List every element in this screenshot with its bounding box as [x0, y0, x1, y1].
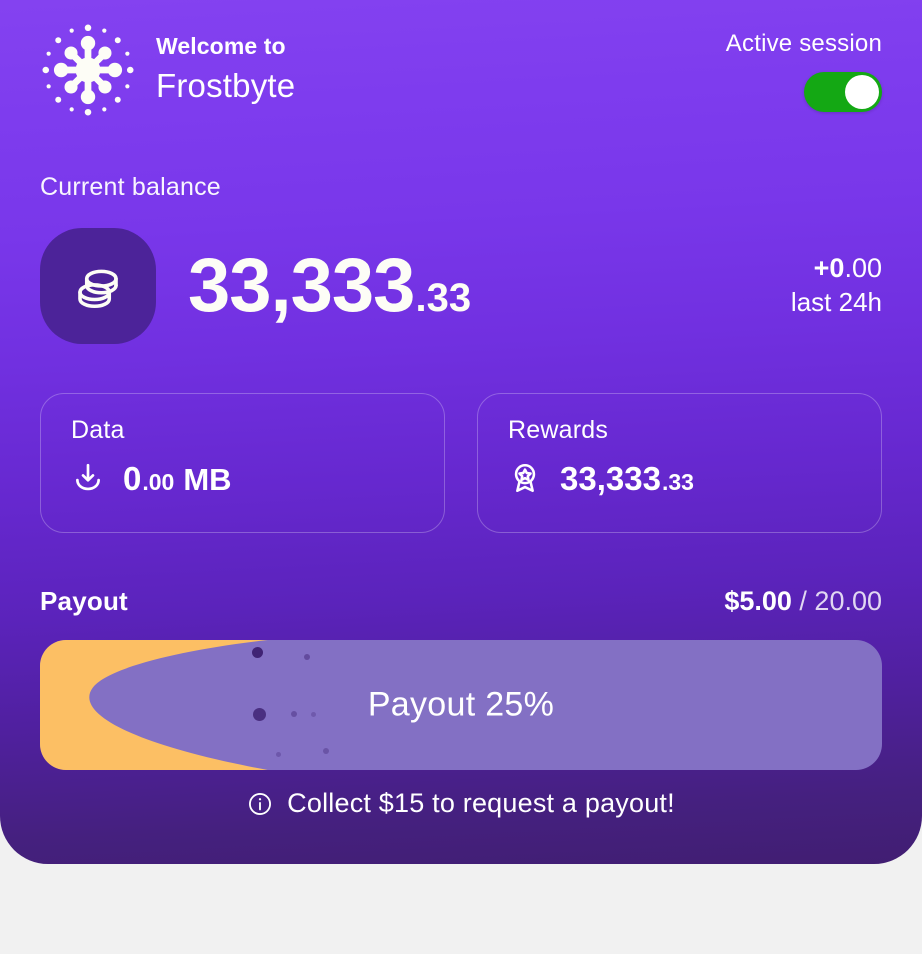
session-block: Active session [726, 30, 882, 112]
stat-card-data[interactable]: Data 0 .00 MB [40, 393, 445, 533]
toggle-knob [845, 75, 879, 109]
payout-total: / 20.00 [791, 586, 882, 616]
stacked-coins-icon [40, 228, 156, 344]
stat-integer: 0 [123, 459, 142, 497]
payout-current: $5.00 [724, 586, 792, 616]
bubble [275, 752, 281, 757]
info-circle-icon [247, 791, 273, 817]
payout-dashboard-screen: Welcome to Frostbyte Active session Curr… [0, 0, 922, 954]
delta-value: +0 [813, 253, 845, 284]
payout-header: Payout $5.00 / 20.00 [40, 586, 882, 617]
payout-note-text: Collect $15 to request a payout! [287, 788, 675, 818]
brand-name: Frostbyte [156, 66, 296, 104]
stat-card-rewards[interactable]: Rewards 33,333 .33 [477, 393, 882, 533]
download-icon [71, 461, 105, 495]
snowflake-burst-icon [40, 22, 136, 118]
stat-value: 0 .00 MB [123, 462, 232, 495]
balance-row: 33,333 .33 +0.00 last 24h [40, 228, 882, 344]
bubble [322, 748, 329, 754]
payout-amounts: $5.00 / 20.00 [724, 586, 882, 617]
stat-integer: 33,333 [560, 459, 661, 497]
payout-progress-label: Payout 25% [367, 685, 555, 724]
delta-period: last 24h [790, 286, 882, 317]
delta-amount: +0.00 [791, 252, 882, 286]
current-balance-label: Current balance [40, 173, 221, 201]
welcome-prefix: Welcome to [156, 32, 286, 59]
payout-progress-bar[interactable]: Payout 25% [40, 640, 882, 770]
balance-card: Welcome to Frostbyte Active session Curr… [0, 0, 922, 864]
payout-note: Collect $15 to request a payout! [0, 788, 922, 819]
stat-row: 33,333 .33 [508, 461, 851, 495]
card-header: Welcome to Frostbyte Active session [40, 22, 882, 132]
balance-delta: +0.00 last 24h [791, 252, 882, 320]
stat-row: 0 .00 MB [71, 461, 414, 495]
brand-block: Welcome to Frostbyte [40, 22, 295, 118]
balance-decimal: .33 [415, 276, 472, 320]
bubble [303, 654, 310, 660]
stat-value: 33,333 .33 [560, 462, 703, 495]
brand-text: Welcome to Frostbyte [156, 32, 295, 108]
award-medal-icon [508, 461, 542, 495]
active-session-label: Active session [725, 30, 882, 57]
stat-title: Rewards [508, 416, 609, 444]
balance-amount: 33,333 .33 [188, 248, 471, 324]
stat-decimal: .33 [661, 468, 694, 495]
stat-cards: Data 0 .00 MB Rewards 33,333 .33 [40, 393, 882, 533]
bubble [252, 647, 264, 658]
stat-title: Data [71, 416, 125, 444]
stat-decimal: .00 [142, 468, 175, 495]
balance-integer: 33,333 [188, 243, 415, 328]
payout-title: Payout [40, 586, 128, 616]
stat-unit: MB [183, 461, 232, 497]
delta-decimal: .00 [844, 253, 882, 284]
active-session-toggle[interactable] [804, 72, 882, 112]
